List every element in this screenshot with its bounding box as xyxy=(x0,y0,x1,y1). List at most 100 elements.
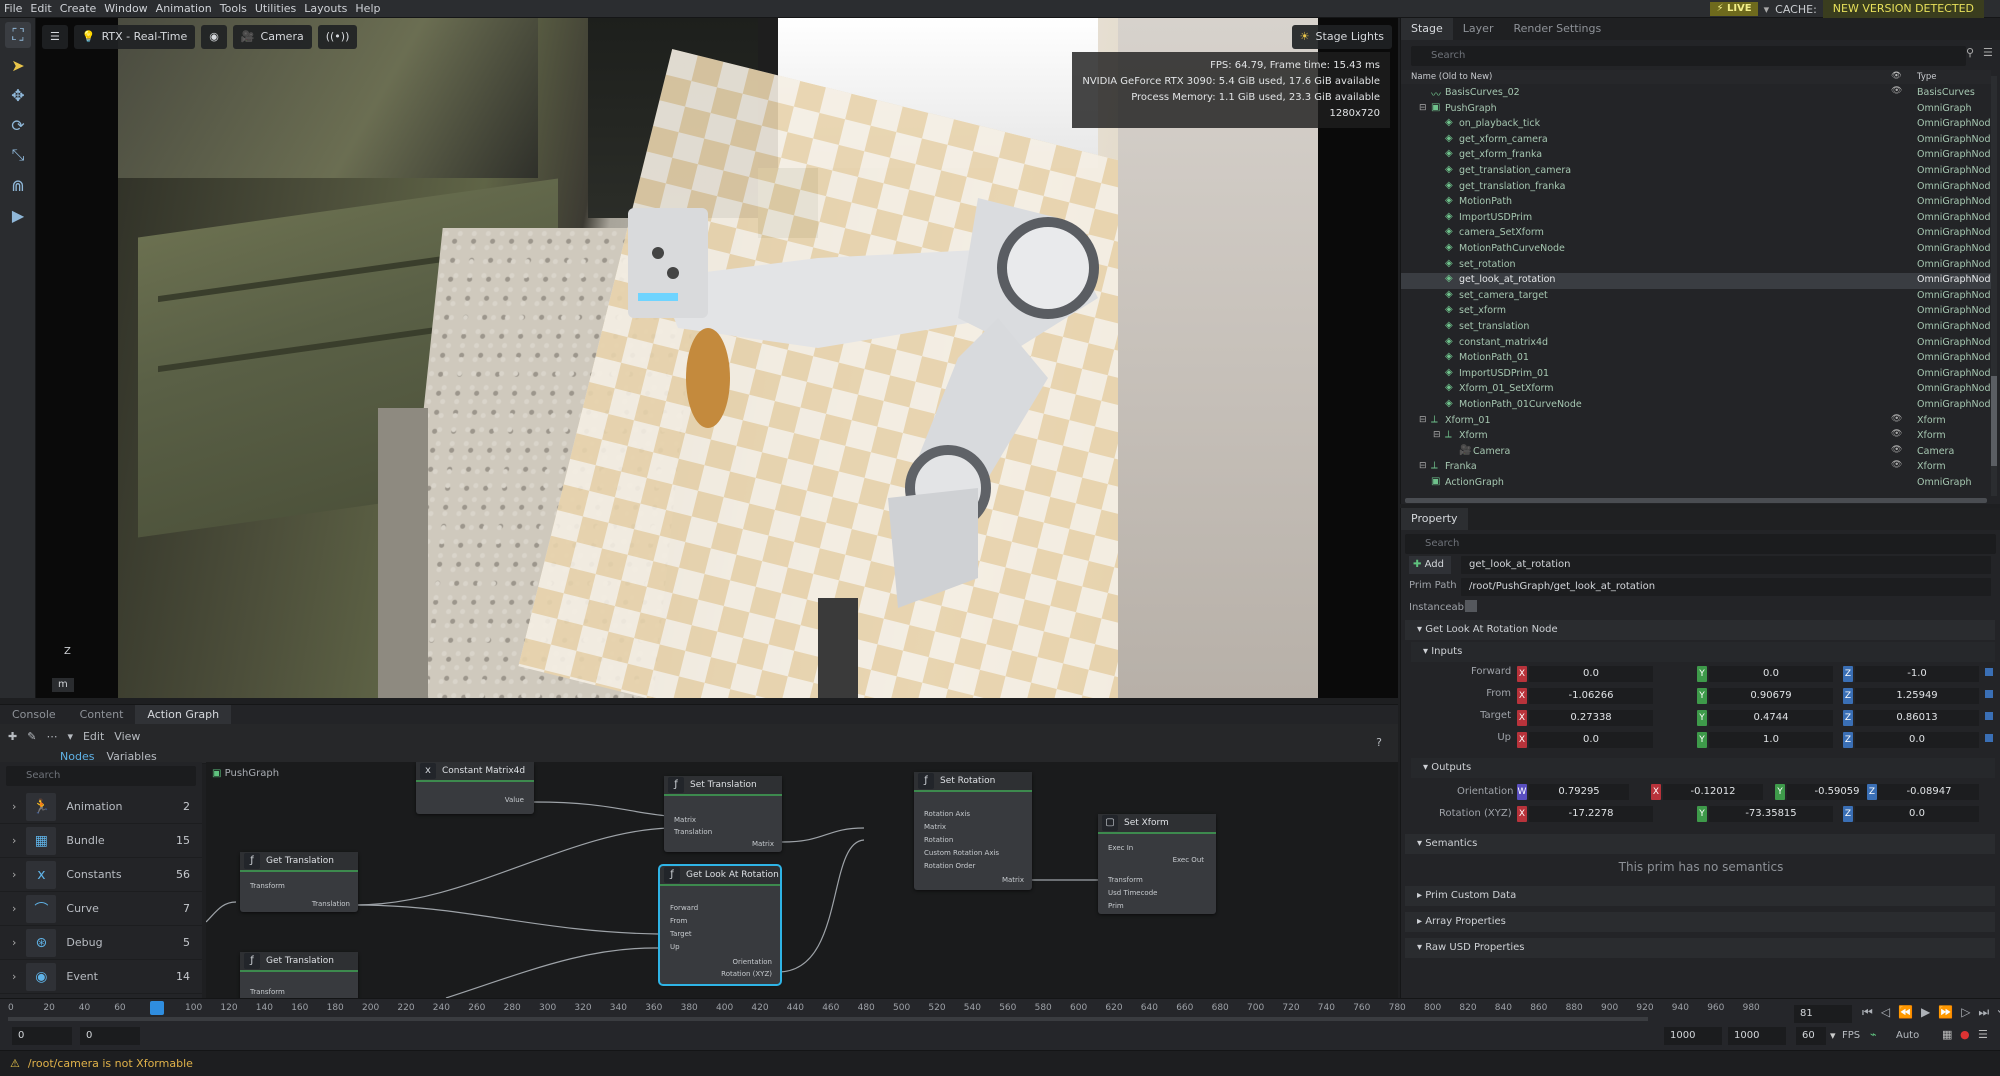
section-semantics[interactable]: ▾ Semantics xyxy=(1405,834,1995,854)
record-icon[interactable]: ● xyxy=(1960,1028,1970,1041)
prim-name-field[interactable]: get_look_at_rotation xyxy=(1461,556,1991,574)
port-rotation-order[interactable]: Rotation Order xyxy=(924,862,975,870)
input-z[interactable]: 1.25949 xyxy=(1855,688,1979,704)
menu-window[interactable]: Window xyxy=(100,2,151,15)
menu-help[interactable]: Help xyxy=(351,2,384,15)
input-x[interactable]: 0.0 xyxy=(1529,666,1653,682)
node-category-constants[interactable]: › x Constants 56 xyxy=(0,858,202,892)
prev-key-icon[interactable]: ◁ xyxy=(1881,1005,1890,1020)
stage-row-get-translation-franka[interactable]: ◈ get_translation_franka OmniGraphNode xyxy=(1401,180,1996,196)
tab-content[interactable]: Content xyxy=(68,705,136,724)
node-category-event[interactable]: › ◉ Event 14 xyxy=(0,960,202,994)
menu-create[interactable]: Create xyxy=(56,2,101,15)
stage-row-get-xform-franka[interactable]: ◈ get_xform_franka OmniGraphNode xyxy=(1401,148,1996,164)
start-frame-field-2[interactable]: 0 xyxy=(80,1027,140,1045)
port-matrix-out[interactable]: Matrix xyxy=(1002,876,1024,884)
next-frame-icon[interactable]: ⏩ xyxy=(1938,1005,1953,1020)
stage-row-set-rotation[interactable]: ◈ set_rotation OmniGraphNode xyxy=(1401,258,1996,274)
move-icon[interactable]: ✥ xyxy=(5,82,31,108)
input-x[interactable]: -1.06266 xyxy=(1529,688,1653,704)
end-frame-field-2[interactable]: 1000 xyxy=(1728,1027,1786,1045)
status-message[interactable]: /root/camera is not Xformable xyxy=(28,1057,193,1070)
port-translation[interactable]: Translation xyxy=(312,900,350,908)
input-y[interactable]: 0.0 xyxy=(1709,666,1833,682)
port-transform[interactable]: Transform xyxy=(250,882,285,890)
camera-button[interactable]: 🎥 Camera xyxy=(232,25,312,49)
stage-row-franka[interactable]: ⊟ ⟂ Franka 👁 Xform xyxy=(1401,460,1991,476)
last-frame-icon[interactable]: ⏭ xyxy=(1978,1005,1989,1020)
edit-menu[interactable]: Edit xyxy=(83,730,104,743)
stage-row-constant-matrix4d[interactable]: ◈ constant_matrix4d OmniGraphNode xyxy=(1401,336,1996,352)
header-type[interactable]: Type xyxy=(1917,72,1937,82)
rotate-icon[interactable]: ⟳ xyxy=(5,112,31,138)
chevron-right-icon[interactable]: › xyxy=(12,902,16,915)
node-get-translation-2[interactable]: ƒ Get Translation Transform xyxy=(240,952,358,998)
port-transform[interactable]: Transform xyxy=(250,988,285,996)
stage-row-motionpath[interactable]: ◈ MotionPath OmniGraphNode xyxy=(1401,195,1996,211)
new-version-badge[interactable]: NEW VERSION DETECTED xyxy=(1822,0,1984,18)
rotation-x[interactable]: -17.2278 xyxy=(1529,806,1653,822)
stage-hscrollbar[interactable] xyxy=(1405,498,1987,503)
header-name[interactable]: Name (Old to New) xyxy=(1411,72,1492,82)
node-constant-matrix4d[interactable]: x Constant Matrix4d Value xyxy=(416,762,534,814)
stage-row-actiongraph[interactable]: ▣ ActionGraph OmniGraph xyxy=(1401,476,1991,492)
live-badge[interactable]: ⚡ LIVE xyxy=(1710,2,1758,16)
keyframe-icon[interactable]: ▦ xyxy=(1942,1028,1952,1041)
snap-icon[interactable]: ⋒ xyxy=(5,172,31,198)
port-rotation[interactable]: Rotation xyxy=(924,836,953,844)
fps-dropdown-icon[interactable]: ▾ xyxy=(1830,1029,1836,1042)
visibility-eye-icon[interactable]: 👁 xyxy=(1891,86,1902,96)
stage-row-on-playback-tick[interactable]: ◈ on_playback_tick OmniGraphNode xyxy=(1401,117,1996,133)
stage-row-set-xform[interactable]: ◈ set_xform OmniGraphNode xyxy=(1401,304,1996,320)
stage-row-xform-01-setxform[interactable]: ◈ Xform_01_SetXform OmniGraphNode xyxy=(1401,382,1996,398)
input-y[interactable]: 0.4744 xyxy=(1709,710,1833,726)
stage-row-get-translation-camera[interactable]: ◈ get_translation_camera OmniGraphNode xyxy=(1401,164,1996,180)
first-frame-icon[interactable]: ⏮ xyxy=(1862,1005,1873,1020)
stage-row-set-translation[interactable]: ◈ set_translation OmniGraphNode xyxy=(1401,320,1996,336)
input-x[interactable]: 0.27338 xyxy=(1529,710,1653,726)
viewport-settings-button[interactable]: ☰ xyxy=(42,25,68,49)
port-target[interactable]: Target xyxy=(670,930,692,938)
input-z[interactable]: 0.0 xyxy=(1855,732,1979,748)
node-set-rotation[interactable]: ƒ Set Rotation Rotation Axis Matrix Rotat… xyxy=(914,772,1032,890)
stage-scrollbar[interactable] xyxy=(1991,76,1997,496)
play-icon[interactable]: ▶ xyxy=(5,202,31,228)
chevron-right-icon[interactable]: › xyxy=(12,970,16,983)
port-exec-in[interactable]: Exec In xyxy=(1108,844,1133,852)
stage-lights-button[interactable]: ☀ Stage Lights xyxy=(1291,25,1392,49)
port-translation[interactable]: Translation xyxy=(674,828,712,836)
reset-indicator-icon[interactable] xyxy=(1985,734,1993,742)
stage-row-xform-01[interactable]: ⊟ ⟂ Xform_01 👁 Xform xyxy=(1401,414,1991,430)
edit-graph-icon[interactable]: ✎ xyxy=(27,730,36,743)
select-mode-icon[interactable]: ⛶ xyxy=(5,22,31,48)
port-forward[interactable]: Forward xyxy=(670,904,698,912)
visibility-eye-icon[interactable]: 👁 xyxy=(1891,414,1902,424)
collapse-icon[interactable]: ⊟ xyxy=(1419,415,1427,425)
menu-utilities[interactable]: Utilities xyxy=(251,2,300,15)
port-matrix-in[interactable]: Matrix xyxy=(924,823,946,831)
port-exec-out[interactable]: Exec Out xyxy=(1173,856,1204,864)
tab-property[interactable]: Property xyxy=(1401,508,1468,530)
stage-row-importusdprim-01[interactable]: ◈ ImportUSDPrim_01 OmniGraphNode xyxy=(1401,367,1996,383)
node-category-debug[interactable]: › ⊛ Debug 5 xyxy=(0,926,202,960)
port-matrix-in[interactable]: Matrix xyxy=(674,816,696,824)
more-icon[interactable]: ⋯ xyxy=(46,730,57,743)
node-set-xform[interactable]: ▢ Set Xform Exec In Exec Out Transform Us… xyxy=(1098,814,1216,914)
dropdown-icon[interactable]: ▾ xyxy=(67,730,73,743)
stage-row-motionpath-01curvenode[interactable]: ◈ MotionPath_01CurveNode OmniGraphNode xyxy=(1401,398,1996,414)
add-button[interactable]: ✚ Add xyxy=(1409,556,1451,574)
input-y[interactable]: 1.0 xyxy=(1709,732,1833,748)
orientation-z[interactable]: -0.08947 xyxy=(1879,784,1979,800)
input-z[interactable]: -1.0 xyxy=(1855,666,1979,682)
section-array-properties[interactable]: ▸ Array Properties xyxy=(1405,912,1995,932)
stage-row-xform[interactable]: ⊟ ⟂ Xform 👁 Xform xyxy=(1401,429,1991,445)
section-prim-custom-data[interactable]: ▸ Prim Custom Data xyxy=(1405,886,1995,906)
port-usd-timecode[interactable]: Usd Timecode xyxy=(1108,889,1157,897)
input-y[interactable]: 0.90679 xyxy=(1709,688,1833,704)
select-arrow-icon[interactable]: ➤ xyxy=(5,52,31,78)
stage-row-camera-setxform[interactable]: ◈ camera_SetXform OmniGraphNode xyxy=(1401,226,1996,242)
viewport[interactable]: ☰ 💡 RTX - Real-Time ◉ 🎥 Camera ((•)) ☀ Stag… xyxy=(36,18,1398,698)
stage-row-motionpathcurvenode[interactable]: ◈ MotionPathCurveNode OmniGraphNode xyxy=(1401,242,1996,258)
node-set-translation[interactable]: ƒ Set Translation Matrix Translation Matr… xyxy=(664,776,782,852)
chevron-right-icon[interactable]: › xyxy=(12,868,16,881)
